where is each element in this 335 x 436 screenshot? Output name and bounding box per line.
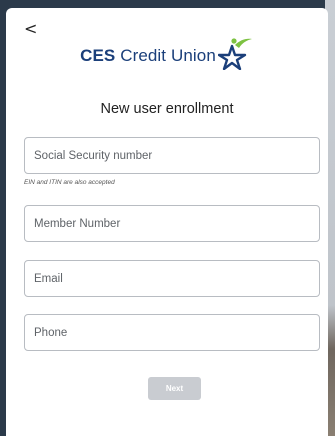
star-swoosh-icon <box>217 38 252 70</box>
member-number-field[interactable] <box>24 205 320 242</box>
brand-name: CES Credit Union <box>80 46 216 66</box>
next-button[interactable]: Next <box>148 377 201 400</box>
page-title: New user enrollment <box>100 101 234 117</box>
brand-name-rest: Credit Union <box>120 46 216 65</box>
phone-input[interactable] <box>34 326 310 339</box>
ssn-field[interactable] <box>24 137 320 174</box>
phone-field[interactable] <box>24 314 320 351</box>
email-input[interactable] <box>34 272 310 285</box>
email-field[interactable] <box>24 260 320 297</box>
back-button[interactable]: < <box>24 21 37 37</box>
member-number-input[interactable] <box>34 217 310 230</box>
enrollment-card: < CES Credit Union New user enrollment E… <box>6 8 328 436</box>
brand-logo: CES Credit Union <box>6 36 328 76</box>
ssn-input[interactable] <box>34 149 310 162</box>
ssn-hint: EIN and ITIN are also accepted <box>24 179 115 186</box>
brand-name-bold: CES <box>80 46 116 65</box>
